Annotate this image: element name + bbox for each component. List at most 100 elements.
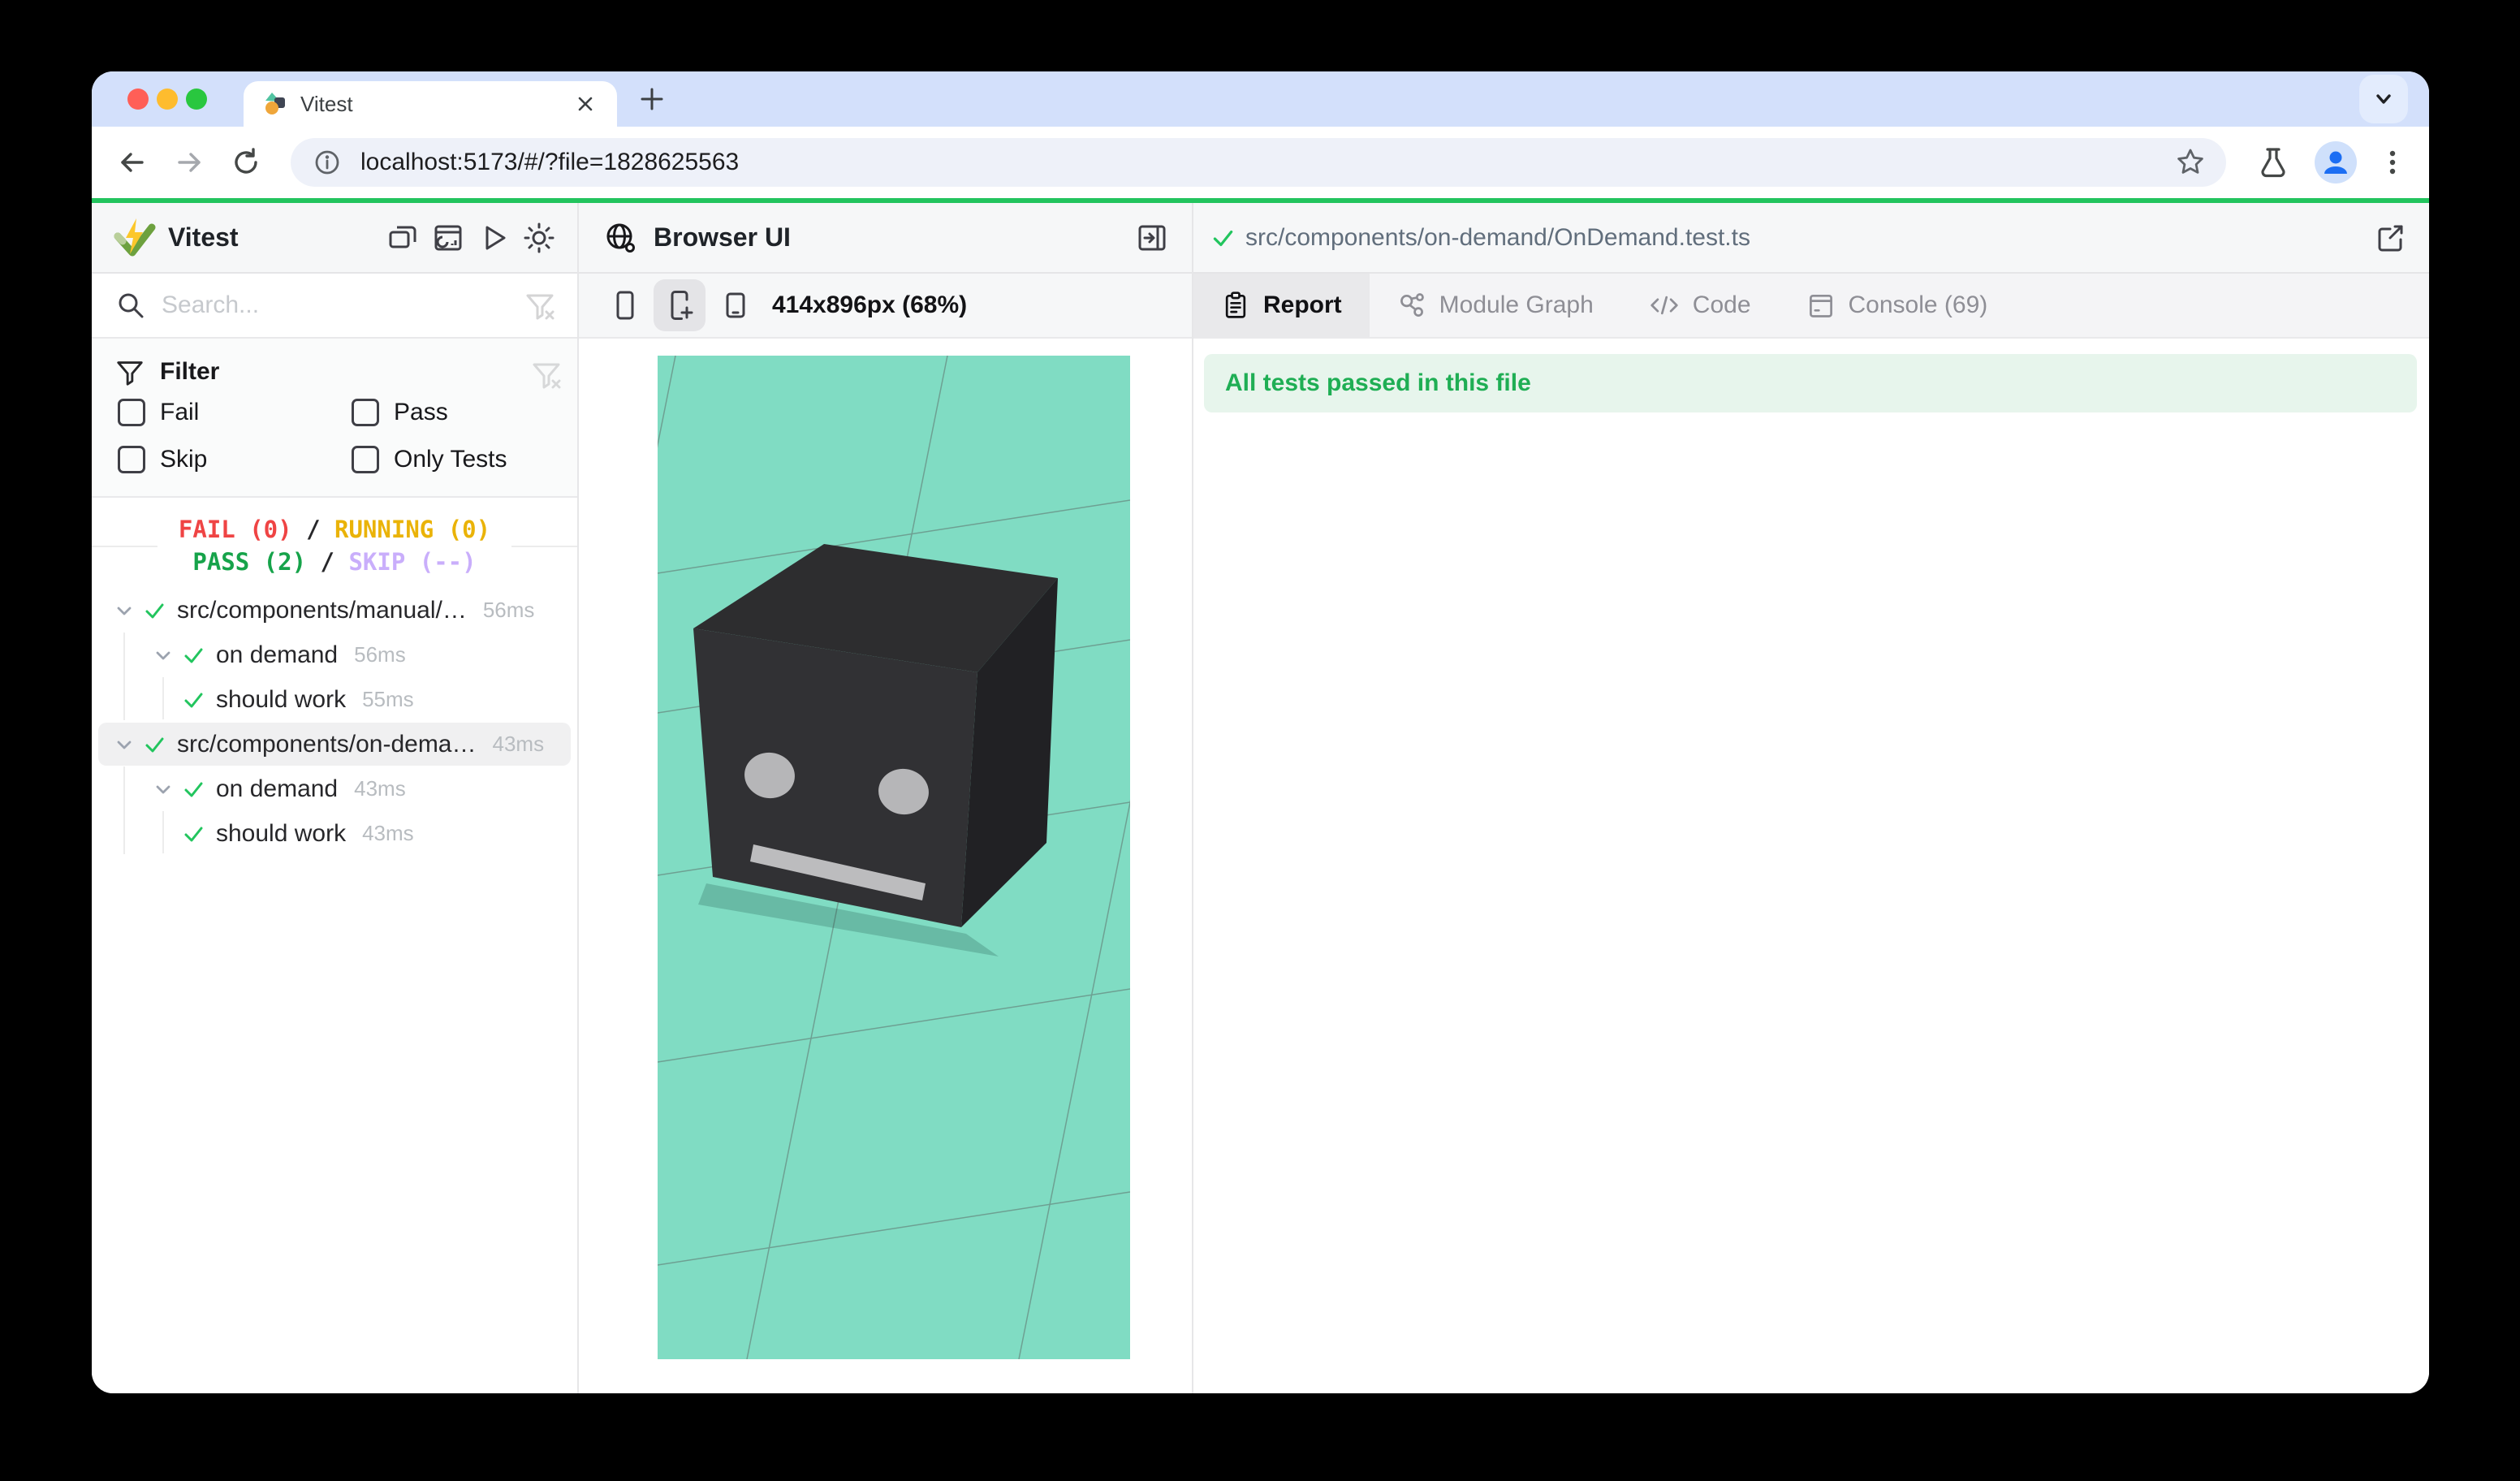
- experiments-flask-icon[interactable]: [2255, 145, 2291, 180]
- pass-count: PASS (2): [192, 548, 306, 576]
- filter-option-only-tests[interactable]: Only Tests: [352, 446, 507, 473]
- browser-ui-title: Browser UI: [654, 222, 791, 253]
- traffic-light-minimize[interactable]: [157, 89, 178, 110]
- tab-console[interactable]: Console (69): [1779, 274, 2016, 337]
- console-icon: [1806, 291, 1836, 320]
- check-icon: [181, 822, 205, 846]
- check-icon: [142, 598, 166, 623]
- check-icon: [181, 643, 205, 667]
- tab-code[interactable]: Code: [1621, 274, 1779, 337]
- summary-line-1: FAIL (0) / RUNNING (0): [179, 513, 490, 546]
- fail-count: FAIL (0): [179, 516, 292, 543]
- file-header: src/components/on-demand/OnDemand.test.t…: [1193, 203, 2429, 274]
- report-tab-bar: Report Module Graph: [1193, 274, 2429, 339]
- module-graph-icon: [1397, 291, 1426, 320]
- device-toolbar: 414x896px (68%): [579, 274, 1192, 339]
- browser-window: Vitest: [92, 71, 2429, 1393]
- test-summary: FAIL (0) / RUNNING (0) PASS (2) / SKIP (…: [92, 513, 577, 578]
- chevron-down-icon: [2371, 87, 2396, 111]
- tree-item-file-selected[interactable]: src/components/on-dema… 43ms: [92, 722, 577, 766]
- tree-item-file[interactable]: src/components/manual/… 56ms: [92, 588, 577, 633]
- clear-search-filter-icon[interactable]: [524, 289, 556, 322]
- report-clipboard-icon: [1221, 291, 1250, 320]
- viewport-size-label: 414x896px (68%): [772, 291, 967, 319]
- chevron-down-icon: [114, 600, 135, 621]
- checkbox-pass[interactable]: [352, 399, 379, 426]
- test-tree: src/components/manual/… 56ms on demand 5…: [92, 588, 577, 856]
- filter-title: Filter: [160, 358, 219, 386]
- bookmark-star-icon[interactable]: [2174, 146, 2207, 179]
- tree-item-test[interactable]: should work 43ms: [92, 811, 577, 856]
- sidebar: Vitest: [92, 203, 579, 1393]
- code-icon: [1649, 291, 1680, 320]
- reload-button[interactable]: [228, 145, 264, 180]
- url-bar[interactable]: localhost:5173/#/?file=1828625563: [291, 138, 2226, 187]
- device-mobile-icon[interactable]: [608, 288, 642, 322]
- vitest-favicon: [265, 92, 289, 116]
- tree-item-suite[interactable]: on demand 43ms: [92, 766, 577, 811]
- vitest-logo: [111, 217, 157, 259]
- device-tablet-icon[interactable]: [718, 288, 753, 322]
- filter-option-fail[interactable]: Fail: [118, 399, 199, 426]
- browser-ui-header: Browser UI: [579, 203, 1192, 274]
- browser-ui-panel: Browser UI: [579, 203, 1193, 1393]
- search-row: [92, 274, 577, 339]
- url-text[interactable]: localhost:5173/#/?file=1828625563: [360, 149, 739, 176]
- browser-tab-strip: Vitest: [92, 71, 2429, 127]
- check-icon: [181, 777, 205, 801]
- tab-close-icon[interactable]: [572, 90, 599, 118]
- file-path: src/components/on-demand/OnDemand.test.t…: [1245, 224, 1750, 252]
- dock-windows-icon[interactable]: [386, 221, 420, 255]
- profile-avatar[interactable]: [2315, 141, 2357, 184]
- search-input[interactable]: [162, 291, 470, 319]
- browser-toolbar: localhost:5173/#/?file=1828625563: [92, 127, 2429, 198]
- banner-text: All tests passed in this file: [1225, 369, 1531, 397]
- check-icon: [1210, 225, 1236, 251]
- run-all-icon[interactable]: [477, 221, 511, 255]
- summary-line-2: PASS (2) / SKIP (--): [179, 546, 490, 578]
- dock-panel-right-icon[interactable]: [1135, 221, 1169, 255]
- tab-search-chevron-button[interactable]: [2359, 75, 2408, 123]
- tree-item-test[interactable]: should work 55ms: [92, 677, 577, 722]
- traffic-light-close[interactable]: [127, 89, 149, 110]
- forward-button[interactable]: [171, 145, 207, 180]
- traffic-light-zoom[interactable]: [186, 89, 207, 110]
- search-icon: [114, 289, 147, 322]
- skip-count: SKIP (--): [348, 548, 476, 576]
- theme-sun-icon[interactable]: [522, 221, 556, 255]
- chevron-down-icon: [153, 645, 174, 666]
- tab-module-graph[interactable]: Module Graph: [1370, 274, 1621, 337]
- vitest-progress-bar: [92, 198, 2429, 203]
- robot-cube: [693, 544, 1058, 927]
- tests-passed-banner: All tests passed in this file: [1204, 354, 2417, 412]
- chevron-down-icon: [114, 734, 135, 755]
- tree-item-suite[interactable]: on demand 56ms: [92, 633, 577, 677]
- new-tab-button[interactable]: [631, 78, 673, 120]
- info-icon[interactable]: [312, 147, 343, 178]
- checkbox-skip[interactable]: [118, 446, 145, 473]
- browser-menu-icon[interactable]: [2375, 145, 2410, 180]
- checkbox-only-tests[interactable]: [352, 446, 379, 473]
- test-viewport-canvas[interactable]: [658, 356, 1130, 1359]
- report-panel: src/components/on-demand/OnDemand.test.t…: [1193, 203, 2429, 1393]
- running-count: RUNNING (0): [334, 516, 490, 543]
- browser-tab[interactable]: Vitest: [244, 81, 617, 127]
- dashboard-icon[interactable]: [431, 221, 465, 255]
- back-button[interactable]: [114, 145, 150, 180]
- filter-option-skip[interactable]: Skip: [118, 446, 207, 473]
- filter-header: Filter: [114, 356, 219, 387]
- check-icon: [181, 688, 205, 712]
- funnel-icon: [114, 356, 145, 387]
- tab-title: Vitest: [300, 92, 572, 117]
- clear-filters-icon[interactable]: [530, 358, 563, 391]
- vitest-ui: Vitest: [92, 203, 2429, 1393]
- checkbox-fail[interactable]: [118, 399, 145, 426]
- external-link-icon[interactable]: [2374, 222, 2406, 254]
- chevron-down-icon: [153, 779, 174, 800]
- device-mobile-plus-selected[interactable]: [654, 279, 706, 331]
- check-icon: [142, 732, 166, 757]
- tab-report[interactable]: Report: [1193, 274, 1370, 337]
- filter-option-pass[interactable]: Pass: [352, 399, 448, 426]
- app-title: Vitest: [168, 222, 239, 253]
- sidebar-header: Vitest: [92, 203, 577, 274]
